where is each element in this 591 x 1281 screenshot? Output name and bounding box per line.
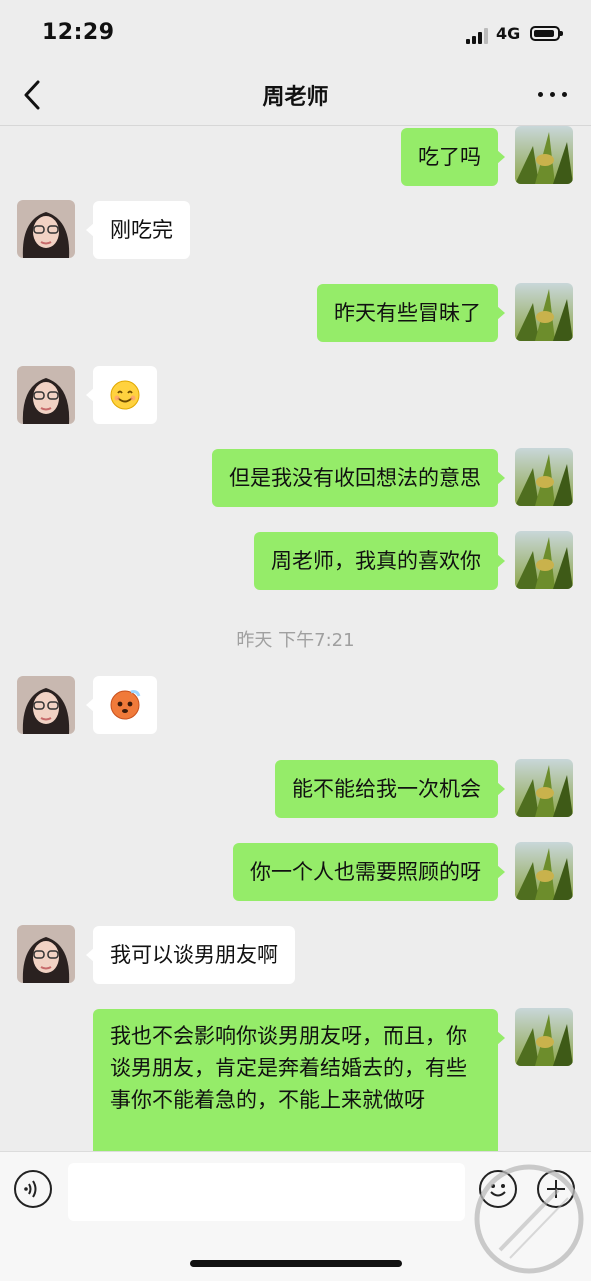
message-bubble[interactable]: 能不能给我一次机会 [275,760,505,818]
my-avatar[interactable] [515,531,573,589]
chat-title: 周老师 [262,85,329,110]
my-avatar[interactable] [515,126,573,184]
more-icon[interactable] [538,84,568,104]
contact-avatar[interactable] [17,925,75,983]
battery-icon [530,26,563,41]
network-type: 4G [496,24,521,43]
my-avatar[interactable] [515,283,573,341]
my-avatar[interactable] [515,448,573,506]
my-avatar[interactable] [515,842,573,900]
my-avatar[interactable] [515,759,573,817]
message-timestamp: 昨天 下午7:21 [236,630,355,651]
voice-icon[interactable] [14,1170,52,1208]
my-avatar[interactable] [515,1008,573,1066]
signal-icon [466,27,490,44]
message-list[interactable]: 吃了吗 刚吃完 昨天有些冒昧了 但是我没有收回想法的意思 周老师，我真的喜欢你 … [0,126,591,1151]
message-bubble[interactable]: 你一个人也需要照顾的呀 [233,843,505,901]
status-bar: 12:29 4G [0,0,591,70]
contact-avatar[interactable] [17,676,75,734]
message-bubble[interactable]: 我可以谈男朋友啊 [86,926,295,984]
message-bubble[interactable]: 但是我没有收回想法的意思 [212,449,505,507]
message-bubble[interactable]: 吃了吗 [401,128,505,186]
message-bubble[interactable]: 昨天有些冒昧了 [317,284,505,342]
message-bubble[interactable]: 我也不会影响你谈男朋友呀，而且，你谈男朋友，肯定是奔着结婚去的，有些事你不能着急… [93,1009,505,1151]
message-bubble[interactable]: 周老师，我真的喜欢你 [254,532,505,590]
message-input[interactable] [68,1163,465,1221]
blush-emoji-icon [110,690,141,720]
smile-emoji-icon [110,380,140,410]
message-bubble[interactable]: 刚吃完 [86,201,190,259]
chat-header: 周老师 [0,70,591,126]
contact-avatar[interactable] [17,200,75,258]
status-time: 12:29 [42,20,115,45]
watermark-seal [474,1164,584,1274]
message-bubble[interactable] [86,366,157,424]
contact-avatar[interactable] [17,366,75,424]
home-indicator [190,1260,402,1267]
message-bubble[interactable] [86,676,157,734]
